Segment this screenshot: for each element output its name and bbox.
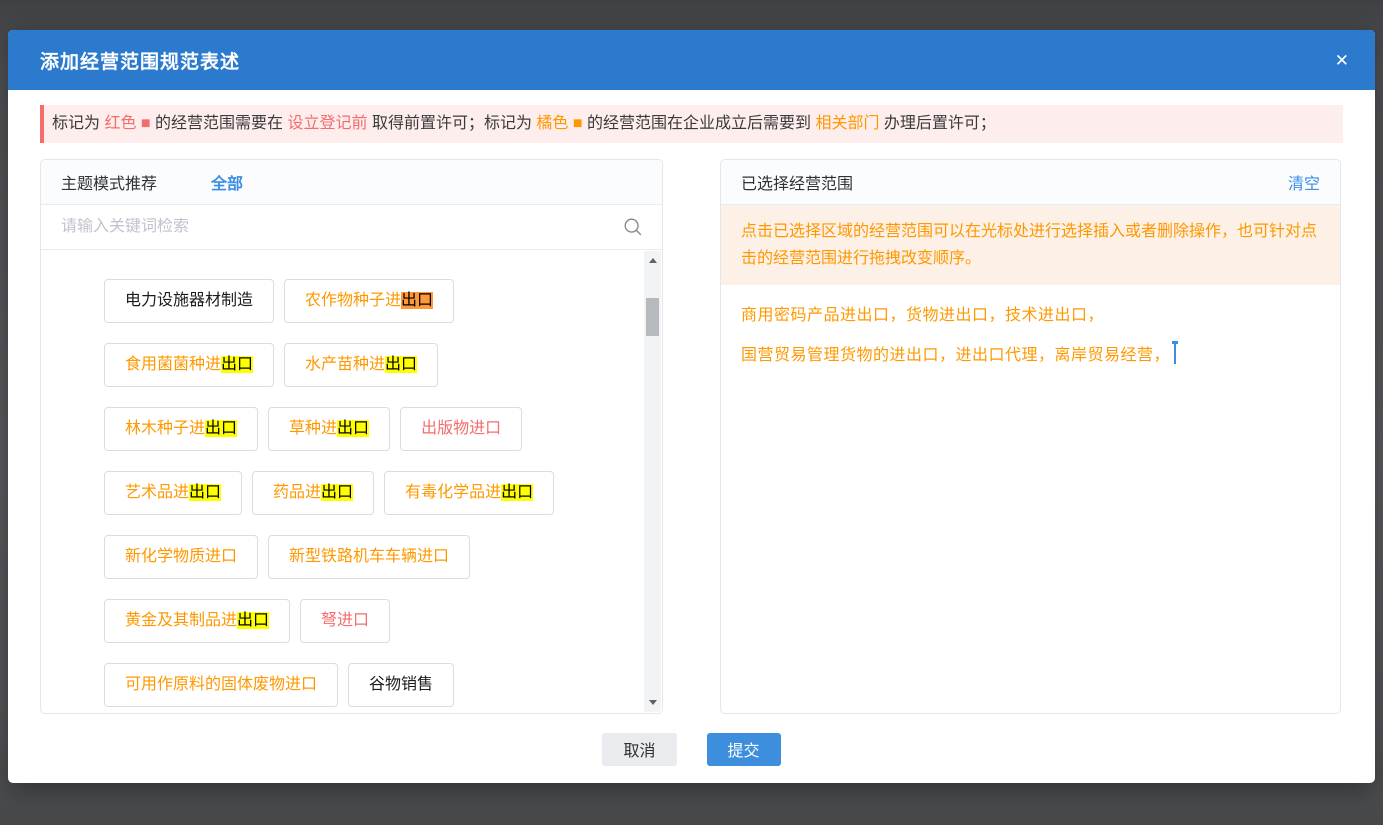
tag-row: 食用菌菌种进出口水产苗种进出口 <box>104 343 612 387</box>
scope-tag[interactable]: 出版物进口 <box>400 407 522 451</box>
selected-scope-panel: 已选择经营范围 清空 点击已选择区域的经营范围可以在光标处进行选择插入或者删除操… <box>720 159 1341 714</box>
clear-button[interactable]: 清空 <box>1288 170 1320 194</box>
panels-container: 主题模式推荐 全部 电力设施器材制造农作物种子进出口食用菌菌种进出口水产苗种进出… <box>40 159 1343 714</box>
selected-scope-line[interactable]: 国营贸易管理货物的进出口，进出口代理，离岸贸易经营， <box>741 343 1320 369</box>
selected-scope-line[interactable]: 商用密码产品进出口，货物进出口，技术进出口， <box>741 303 1320 329</box>
tag-row: 电力设施器材制造农作物种子进出口 <box>104 279 612 323</box>
tag-row: 林木种子进出口草种进出口出版物进口 <box>104 407 612 451</box>
notice-segment: 的经营范围需要在 <box>155 115 287 132</box>
selected-tip: 点击已选择区域的经营范围可以在光标处进行选择插入或者删除操作，也可针对点击的经营… <box>721 205 1340 285</box>
scope-tag[interactable]: 弩进口 <box>300 599 390 643</box>
find-match-highlight: 出口 <box>221 356 253 373</box>
scope-tag[interactable]: 食用菌菌种进出口 <box>104 343 274 387</box>
tab-theme-mode[interactable]: 主题模式推荐 <box>61 170 157 194</box>
dialog-title: 添加经营范围规范表述 <box>40 47 1335 74</box>
scope-tag[interactable]: 有毒化学品进出口 <box>384 471 554 515</box>
find-match-highlight: 出口 <box>205 420 237 437</box>
selected-panel-header: 已选择经营范围 清空 <box>721 160 1340 205</box>
selected-scope-area[interactable]: 商用密码产品进出口，货物进出口，技术进出口， 国营贸易管理货物的进出口，进出口代理… <box>721 285 1340 713</box>
find-match-highlight: 出口 <box>385 356 417 373</box>
find-match-highlight: 出口 <box>501 484 533 501</box>
scope-tag[interactable]: 可用作原料的固体废物进口 <box>104 663 338 707</box>
notice-segment: ■ <box>568 115 587 132</box>
tag-row: 可用作原料的固体废物进口谷物销售 <box>104 663 612 707</box>
dialog-body: 标记为 红色 ■ 的经营范围需要在 设立登记前 取得前置许可；标记为 橘色 ■ … <box>8 90 1375 784</box>
find-match-highlight: 出口 <box>237 612 269 629</box>
find-match-highlight: 出口 <box>321 484 353 501</box>
find-match-highlight: 出口 <box>401 292 433 309</box>
notice-segment: ■ <box>136 115 155 132</box>
legend-notice: 标记为 红色 ■ 的经营范围需要在 设立登记前 取得前置许可；标记为 橘色 ■ … <box>40 105 1343 143</box>
search-icon[interactable] <box>622 216 644 238</box>
scope-tag[interactable]: 电力设施器材制造 <box>104 279 274 323</box>
scope-tag[interactable]: 新化学物质进口 <box>104 535 258 579</box>
notice-segment: 的经营范围在企业成立后需要到 <box>587 115 815 132</box>
scope-tag[interactable]: 艺术品进出口 <box>104 471 242 515</box>
scope-tag[interactable]: 草种进出口 <box>268 407 390 451</box>
notice-segment: 办理后置许可； <box>879 115 995 132</box>
tag-row: 新化学物质进口新型铁路机车车辆进口 <box>104 535 612 579</box>
tab-all[interactable]: 全部 <box>211 170 243 194</box>
notice-segment: 标记为 <box>52 115 104 132</box>
scrollbar[interactable] <box>644 251 661 712</box>
search-bar <box>41 205 662 250</box>
add-business-scope-dialog: 添加经营范围规范表述 ✕ 标记为 红色 ■ 的经营范围需要在 设立登记前 取得前… <box>8 30 1375 783</box>
scope-catalog-panel: 主题模式推荐 全部 电力设施器材制造农作物种子进出口食用菌菌种进出口水产苗种进出… <box>40 159 663 714</box>
scrollbar-down-arrow[interactable] <box>644 695 661 710</box>
scope-tag[interactable]: 谷物销售 <box>348 663 454 707</box>
scope-tag[interactable]: 药品进出口 <box>252 471 374 515</box>
text-caret <box>1174 344 1176 364</box>
close-icon[interactable]: ✕ <box>1335 52 1349 69</box>
scope-tag[interactable]: 新型铁路机车车辆进口 <box>268 535 470 579</box>
tag-row: 艺术品进出口药品进出口有毒化学品进出口 <box>104 471 612 515</box>
catalog-tabs: 主题模式推荐 全部 <box>41 160 662 205</box>
tag-list: 电力设施器材制造农作物种子进出口食用菌菌种进出口水产苗种进出口林木种子进出口草种… <box>41 250 662 707</box>
find-match-highlight: 出口 <box>337 420 369 437</box>
notice-segment: 设立登记前 <box>287 115 367 132</box>
modal-backdrop: 添加经营范围规范表述 ✕ 标记为 红色 ■ 的经营范围需要在 设立登记前 取得前… <box>0 0 1383 825</box>
selected-panel-title: 已选择经营范围 <box>741 170 853 194</box>
scope-tag[interactable]: 农作物种子进出口 <box>284 279 454 323</box>
scope-tag[interactable]: 水产苗种进出口 <box>284 343 438 387</box>
dialog-header: 添加经营范围规范表述 ✕ <box>8 30 1375 90</box>
search-input[interactable] <box>61 218 622 236</box>
cancel-button[interactable]: 取消 <box>602 733 676 766</box>
scope-tag[interactable]: 林木种子进出口 <box>104 407 258 451</box>
notice-segment: 相关部门 <box>815 115 879 132</box>
dialog-footer: 取消 提交 <box>40 714 1343 784</box>
notice-segment: 取得前置许可；标记为 <box>368 115 537 132</box>
scrollbar-thumb[interactable] <box>646 298 659 336</box>
notice-segment: 橘色 <box>536 115 568 132</box>
submit-button[interactable]: 提交 <box>707 733 781 766</box>
tag-row: 黄金及其制品进出口弩进口 <box>104 599 612 643</box>
scrollbar-up-arrow[interactable] <box>644 253 661 268</box>
notice-segment: 红色 <box>104 115 136 132</box>
find-match-highlight: 出口 <box>189 484 221 501</box>
scope-tag[interactable]: 黄金及其制品进出口 <box>104 599 290 643</box>
